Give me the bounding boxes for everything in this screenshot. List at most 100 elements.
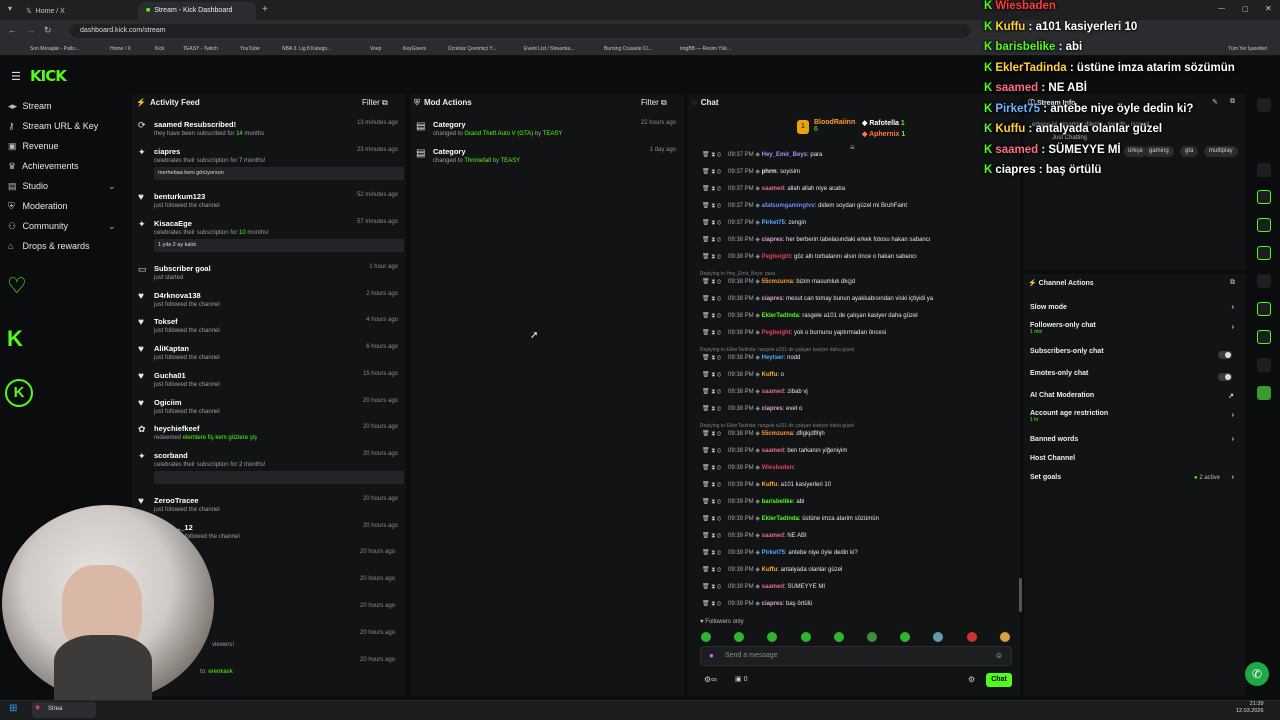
chat-message[interactable]: 🗑 ⧗ ⊘ 09:37 PM ◈ afatsumgamingtvv: didem …: [700, 202, 1006, 219]
mod-tools-icon[interactable]: 🗑 ⧗ ⊘: [702, 278, 721, 286]
top-user-2[interactable]: ◆ Rafotella 1: [862, 119, 905, 127]
ai-chat-moderation-row[interactable]: AI Chat Moderation ↗: [1030, 392, 1240, 412]
emote-icon[interactable]: [767, 632, 777, 642]
chat-message[interactable]: 🗑 ⧗ ⊘ 09:37 PM ◈ phrm: soyisim: [700, 168, 1006, 185]
mod-tools-icon[interactable]: 🗑 ⧗ ⊘: [702, 236, 721, 244]
emoji-icon[interactable]: ☺: [995, 651, 1003, 660]
set-goals-row[interactable]: Set goals ● 2 active ›: [1030, 474, 1240, 494]
sidebar-item-community[interactable]: ⚇ Community ⌄: [8, 221, 116, 239]
chat-username[interactable]: 55cmzurna: [762, 279, 793, 285]
sidebar-item-achievements[interactable]: ♛ Achievements: [8, 161, 79, 179]
chat-message[interactable]: 🗑 ⧗ ⊘ 09:39 PM ◈ Kuffu: antalyada olanlar…: [700, 566, 1006, 583]
emotes-only-toggle[interactable]: [1218, 373, 1232, 381]
chat-message[interactable]: 🗑 ⧗ ⊘ 09:39 PM ◈ Pirket75: antebe niye öy…: [700, 549, 1006, 566]
mod-tools-icon[interactable]: 🗑 ⧗ ⊘: [702, 532, 721, 540]
chat-username[interactable]: 55cmzurna: [762, 431, 793, 437]
bookmark-item[interactable]: KeyGivers: [403, 46, 426, 52]
chat-message[interactable]: 🗑 ⧗ ⊘ 09:38 PM ◈ 55cmzurna: bizim masumlu…: [700, 278, 1006, 295]
emote-icon[interactable]: [801, 632, 811, 642]
account-age-restriction-row[interactable]: Account age restriction 1 hr ›: [1030, 410, 1240, 430]
mod-tools-icon[interactable]: 🗑 ⧗ ⊘: [702, 168, 721, 176]
mod-tools-icon[interactable]: 🗑 ⧗ ⊘: [702, 515, 721, 523]
mod-tools-icon[interactable]: 🗑 ⧗ ⊘: [702, 566, 721, 574]
chat-username[interactable]: Pegheight: [762, 254, 791, 260]
mod-tools-icon[interactable]: 🗑 ⧗ ⊘: [702, 388, 721, 396]
reload-icon[interactable]: ↻: [44, 25, 52, 36]
bookmark-item[interactable]: Burning Crusade Cl...: [604, 46, 652, 52]
chat-settings-icon[interactable]: ⚙: [968, 675, 975, 684]
mod-tools-icon[interactable]: 🗑 ⧗ ⊘: [702, 481, 721, 489]
mod-tools-icon[interactable]: 🗑 ⧗ ⊘: [702, 219, 721, 227]
host-channel-row[interactable]: Host Channel: [1030, 455, 1240, 475]
address-bar[interactable]: dashboard.kick.com/stream: [70, 24, 970, 38]
mod-tools-icon[interactable]: 🗑 ⧗ ⊘: [702, 498, 721, 506]
mod-filter-button[interactable]: Filter ⧉: [641, 98, 667, 108]
windows-start-icon[interactable]: ⊞: [9, 703, 17, 714]
emote-icon[interactable]: [701, 632, 711, 642]
edit-icon[interactable]: ✎: [1212, 98, 1218, 106]
rail-button[interactable]: [1257, 218, 1271, 232]
chat-message[interactable]: 🗑 ⧗ ⊘ 09:38 PM ◈ ciapres: evet o: [700, 405, 1006, 422]
browser-tab-x[interactable]: 𝕏 Home / X: [18, 2, 136, 20]
rail-button[interactable]: [1257, 302, 1271, 316]
popout-icon[interactable]: ⧉: [1230, 98, 1235, 106]
chat-username[interactable]: barisbelike: [762, 499, 793, 505]
bookmark-item[interactable]: Home / X: [110, 46, 131, 52]
rail-button[interactable]: [1257, 274, 1271, 288]
bookmark-item[interactable]: NBA 3. Lig 8 Katego...: [282, 46, 331, 52]
slow-mode-row[interactable]: Slow mode ›: [1030, 304, 1240, 324]
bookmark-item[interactable]: Voep: [370, 46, 381, 52]
chat-message[interactable]: 🗑 ⧗ ⊘ 09:38 PM ◈ saamed: ben tarkanın yiğ…: [700, 447, 1006, 464]
chat-username[interactable]: ciapres: [762, 296, 783, 302]
chat-rail-button[interactable]: [1257, 246, 1271, 260]
chat-message[interactable]: 🗑 ⧗ ⊘ 09:39 PM ◈ Kuffu: a101 kasiyerleri …: [700, 481, 1006, 498]
mod-tools-icon[interactable]: 🗑 ⧗ ⊘: [702, 405, 721, 413]
chat-message[interactable]: 🗑 ⧗ ⊘ 09:37 PM ◈ Pirket75: zengin: [700, 219, 1006, 236]
taskbar-app[interactable]: ◉ Strea: [32, 702, 96, 718]
forward-icon[interactable]: →: [26, 25, 35, 35]
chat-message[interactable]: 🗑 ⧗ ⊘ 09:38 PM ◈ Kuffu: o: [700, 371, 1006, 388]
popout-icon[interactable]: ⧉: [1230, 279, 1235, 287]
tag-chip[interactable]: gta: [1180, 146, 1199, 157]
bookmark-item[interactable]: Event List / Streamla...: [524, 46, 574, 52]
chat-username[interactable]: EklerTadinda: [762, 313, 799, 319]
emote-icon[interactable]: [967, 632, 977, 642]
chat-username[interactable]: Pirket75: [762, 550, 785, 556]
kick-logo[interactable]: KICK: [30, 67, 67, 85]
rail-button[interactable]: [1257, 386, 1271, 400]
chat-scrollbar[interactable]: [1019, 578, 1022, 612]
chat-username[interactable]: EklerTadinda: [762, 516, 799, 522]
emote-icon[interactable]: [900, 632, 910, 642]
mod-tools-icon[interactable]: 🗑 ⧗ ⊘: [702, 600, 721, 608]
chat-message[interactable]: 🗑 ⧗ ⊘ 09:38 PM ◈ EklerTadinda: rasgele a1…: [700, 312, 1006, 329]
tab-search-icon[interactable]: ▾: [8, 4, 12, 13]
chat-username[interactable]: Pegheight: [762, 330, 791, 336]
chat-message[interactable]: 🗑 ⧗ ⊘ 09:38 PM ◈ saamed: zibab vj: [700, 388, 1006, 405]
help-chat-icon[interactable]: ✆: [1245, 662, 1269, 686]
mod-tools-icon[interactable]: 🗑 ⧗ ⊘: [702, 185, 721, 193]
mod-tools-icon[interactable]: 🗑 ⧗ ⊘: [702, 253, 721, 261]
mod-tools-icon[interactable]: 🗑 ⧗ ⊘: [702, 312, 721, 320]
chat-username[interactable]: saamed: [762, 389, 784, 395]
chat-username[interactable]: ciapres: [762, 237, 783, 243]
mod-tools-icon[interactable]: 🗑 ⧗ ⊘: [702, 202, 721, 210]
chat-username[interactable]: Heytser: [762, 355, 784, 361]
bookmark-item[interactable]: Ücretsiz Çevrimiçi Y...: [448, 46, 496, 52]
bookmark-item[interactable]: ImgBB — Resim Yük...: [680, 46, 731, 52]
mod-tools-icon[interactable]: 🗑 ⧗ ⊘: [702, 151, 721, 159]
close-icon[interactable]: ✕: [1265, 4, 1272, 13]
browser-tab-kick[interactable]: ■ Stream - Kick Dashboard: [138, 2, 256, 20]
emote-icon[interactable]: [834, 632, 844, 642]
chat-username[interactable]: ciapres: [762, 406, 783, 412]
sidebar-item-stream-url-key[interactable]: ⚷ Stream URL & Key: [8, 121, 98, 139]
hamburger-menu-icon[interactable]: ☰: [11, 70, 21, 83]
chat-message[interactable]: 🗑 ⧗ ⊘ 09:38 PM ◈ Heytser: nodd: [700, 354, 1006, 371]
chat-username[interactable]: saamed: [762, 584, 784, 590]
rail-button[interactable]: [1257, 163, 1271, 177]
chat-message[interactable]: 🗑 ⧗ ⊘ 09:39 PM ◈ ciapres: baş örtülü: [700, 600, 1006, 617]
minimize-icon[interactable]: —: [1218, 5, 1225, 12]
chat-message[interactable]: 🗑 ⧗ ⊘ 09:37 PM ◈ Hey_Emir_Beys: para: [700, 151, 1006, 168]
chat-username[interactable]: saamed: [762, 448, 784, 454]
chat-send-button[interactable]: Chat: [986, 673, 1012, 687]
chat-username[interactable]: Kuffu: [762, 567, 778, 573]
